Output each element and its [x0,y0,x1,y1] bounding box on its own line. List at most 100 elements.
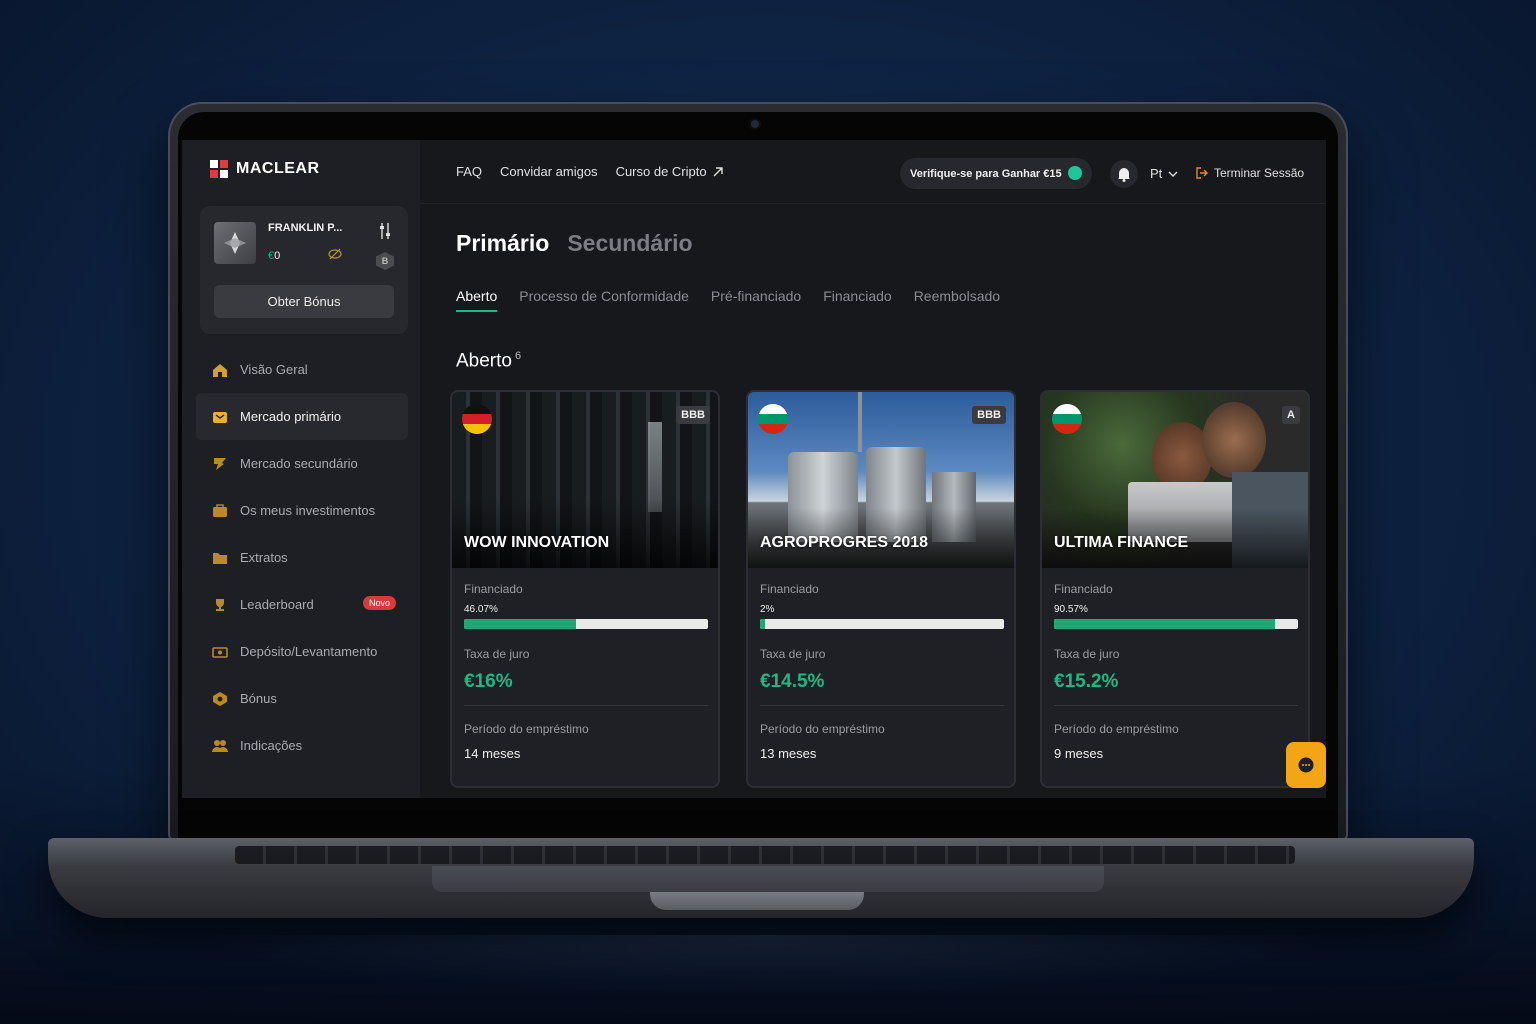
sidebar-item-referrals[interactable]: Indicações [196,722,408,769]
logo-icon [210,160,228,178]
loan-period: 9 meses [1054,746,1104,761]
invite-friends-link[interactable]: Convidar amigos [500,164,598,179]
section-count: 6 [514,350,522,362]
card-title: AGROPROGRES 2018 [760,534,929,551]
get-bonus-button[interactable]: Obter Bónus [214,285,394,318]
sidebar-item-label: Bónus [240,691,277,706]
loan-cards: BBB WOW INNOVATION Financiado 46.07% Tax… [450,390,1316,790]
sidebar-item-label: Indicações [240,738,303,753]
funded-percent: 90.57% [1054,604,1088,615]
topbar: FAQ Convidar amigos Curso de Cripto Veri… [420,140,1326,204]
level-badge: B [376,252,394,270]
logo[interactable]: MACLEAR [210,160,320,178]
laptop-keyboard [235,846,1295,864]
user-card: FRANKLIN P... €0 B Obter Bónus [200,206,408,334]
logout-button[interactable]: Terminar Sessão [1196,166,1304,180]
trophy-icon [216,598,224,611]
subtab-compliance[interactable]: Processo de Conformidade [519,288,689,304]
loan-card[interactable]: BBB WOW INNOVATION Financiado 46.07% Tax… [450,390,720,788]
crypto-course-label: Curso de Cripto [615,164,707,179]
subtab-repaid[interactable]: Reembolsado [914,288,1000,304]
chat-button[interactable] [1286,742,1326,788]
avatar[interactable] [214,222,256,264]
funded-percent: 2% [760,604,775,615]
notifications-button[interactable] [1110,160,1138,188]
card-body: Financiado 90.57% Taxa de juro €15.2% Pe… [1054,582,1298,761]
chevron-down-icon [1168,171,1178,177]
flag-bulgaria-icon [758,404,788,434]
subtab-open[interactable]: Aberto [456,288,498,312]
sidebar-item-overview[interactable]: Visão Geral [196,346,408,393]
verify-status-icon [1067,166,1082,180]
sidebar-item-label: Visão Geral [240,362,308,377]
period-label: Período do empréstimo [760,722,885,736]
briefcase-icon [213,503,227,517]
main-content: FAQ Convidar amigos Curso de Cripto Veri… [420,140,1326,798]
sidebar-nav: Visão Geral Mercado primário Mercado sec… [196,346,408,769]
verify-label: Verifique-se para Ganhar €15 [910,167,1062,180]
period-label: Período do empréstimo [1054,722,1179,736]
sidebar-item-label: Mercado secundário [240,456,358,471]
settings-sliders-icon[interactable] [378,222,392,240]
external-link-icon [713,166,723,176]
rating-badge: BBB [676,406,710,424]
cash-icon [212,646,228,658]
bonus-icon [213,691,227,706]
sidebar-item-leaderboard[interactable]: Leaderboard Novo [196,581,408,628]
language-label: Pt [1150,166,1163,181]
section-title-label: Aberto [456,350,512,372]
flag-bulgaria-icon [1052,404,1082,434]
faq-link[interactable]: FAQ [456,164,482,179]
sidebar-item-secondary-market[interactable]: Mercado secundário [196,440,408,487]
language-selector[interactable]: Pt [1150,166,1178,181]
sidebar-item-label: Os meus investimentos [240,503,376,518]
funded-label: Financiado [464,582,523,596]
eye-off-icon[interactable] [328,248,342,260]
funded-progress-bar [760,619,1004,629]
loan-period: 13 meses [760,746,817,761]
card-divider [464,705,708,706]
crypto-course-link[interactable]: Curso de Cripto [616,164,723,179]
logout-icon [1196,167,1208,179]
rate-label: Taxa de juro [760,647,826,661]
interest-rate: €16% [464,671,513,692]
funded-progress-bar [1054,619,1298,629]
sidebar-item-label: Mercado primário [240,409,342,424]
avatar-logo-icon [224,232,246,254]
top-links: FAQ Convidar amigos Curso de Cripto [456,164,723,179]
verify-button[interactable]: Verifique-se para Ganhar €15 [900,158,1092,189]
balance-value: 0 [274,250,281,262]
laptop-hinge-notch [650,892,864,910]
sidebar-item-statements[interactable]: Extratos [196,534,408,581]
user-balance: €0 [268,250,280,262]
sidebar-item-bonus[interactable]: Bónus [196,675,408,722]
new-badge: Novo [362,596,396,610]
interest-rate: €15.2% [1054,671,1119,692]
sidebar-item-my-investments[interactable]: Os meus investimentos [196,487,408,534]
status-tabs: Aberto Processo de Conformidade Pré-fina… [456,288,1000,312]
flag-germany-icon [462,404,492,434]
loan-period: 14 meses [464,746,521,761]
tab-secondary[interactable]: Secundário [567,230,692,257]
loan-card[interactable]: A ULTIMA FINANCE Financiado 90.57% Taxa … [1040,390,1310,788]
section-title: Aberto 6 [456,350,521,372]
card-divider [1054,705,1298,706]
wallet-icon [213,411,227,423]
sidebar: MACLEAR FRANKLIN P... €0 B Obter Bónus V… [182,140,420,798]
chat-icon [1298,757,1314,773]
folder-icon [213,552,227,564]
laptop-trackpad [432,866,1104,892]
loan-card[interactable]: BBB AGROPROGRES 2018 Financiado 2% Taxa … [746,390,1016,788]
tab-primary[interactable]: Primário [456,230,549,257]
sidebar-item-primary-market[interactable]: Mercado primário [196,393,408,440]
camera-icon [751,120,759,128]
subtab-prefunded[interactable]: Pré-financiado [711,288,801,304]
bell-icon [1118,168,1130,182]
sidebar-item-deposit-withdraw[interactable]: Depósito/Levantamento [196,628,408,675]
home-icon [213,363,227,377]
sidebar-item-label: Depósito/Levantamento [240,644,378,659]
subtab-funded[interactable]: Financiado [823,288,892,304]
flag-icon [214,457,226,470]
funded-progress-fill [1054,619,1275,629]
card-title: WOW INNOVATION [464,534,610,551]
